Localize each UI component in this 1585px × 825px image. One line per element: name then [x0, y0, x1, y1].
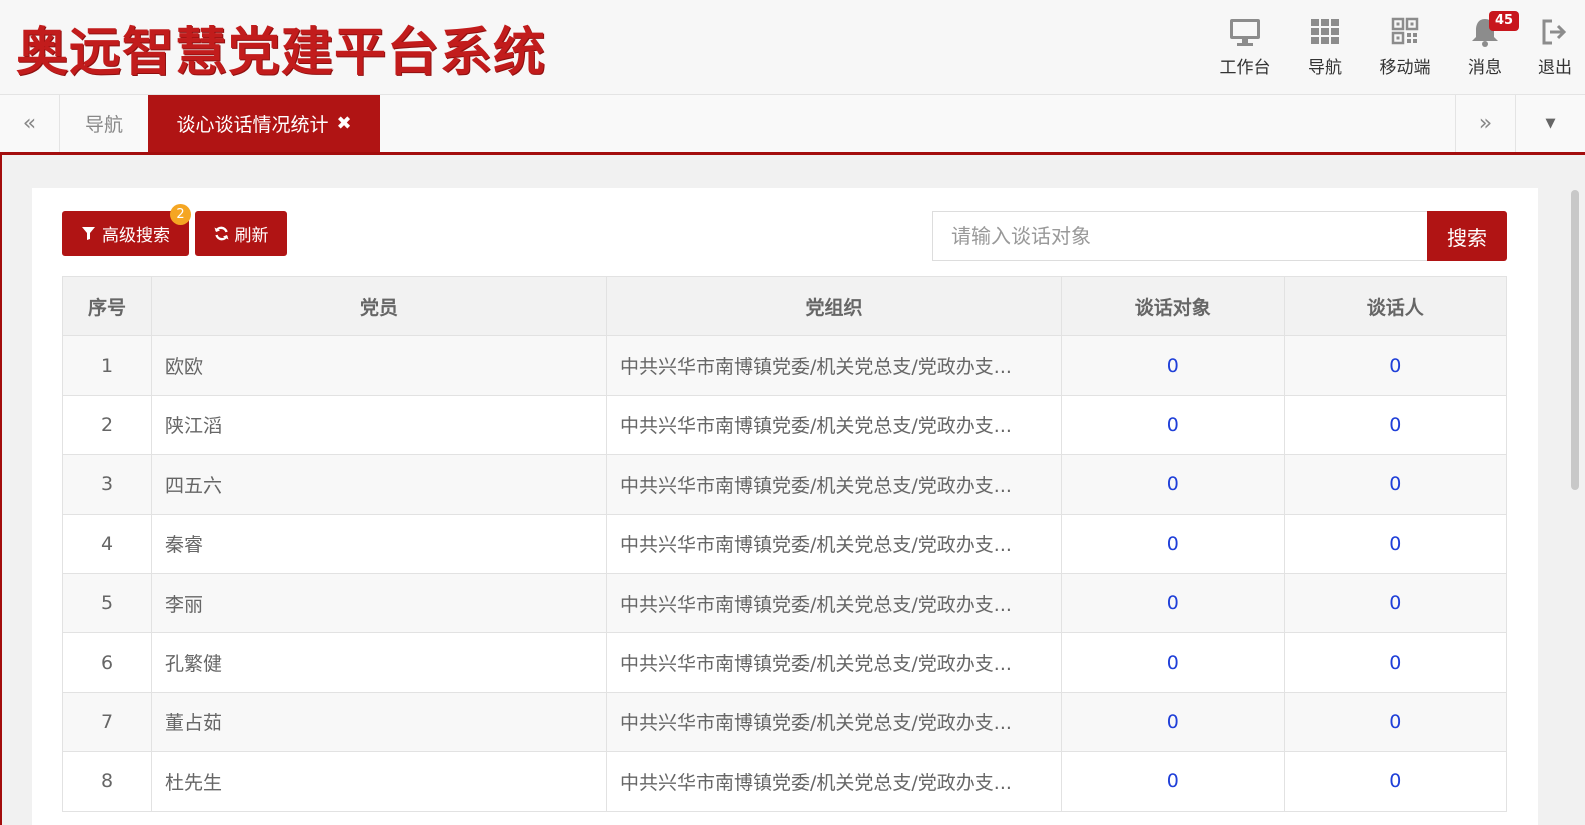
nav-mobile-label: 移动端 [1379, 58, 1431, 78]
nav-logout[interactable]: 退出 [1525, 0, 1585, 95]
row-talk-target-count[interactable]: 0 [1061, 335, 1285, 396]
row-index: 3 [62, 454, 152, 515]
row-talk-speaker-count[interactable]: 0 [1283, 751, 1507, 812]
nav-logout-label: 退出 [1538, 58, 1572, 78]
row-organization: 中共兴华市南博镇党委/机关党总支/党政办支... [606, 454, 1062, 515]
row-talk-target-count[interactable]: 0 [1061, 632, 1285, 693]
nav-mobile[interactable]: 移动端 [1365, 0, 1445, 95]
col-header-member[interactable]: 党员 [151, 275, 607, 337]
row-talk-speaker-count[interactable]: 0 [1283, 572, 1507, 634]
table-row[interactable]: 6 孔繁健 中共兴华市南博镇党委/机关党总支/党政办支... 0 0 [62, 632, 1507, 693]
table-row[interactable]: 1 欧欧 中共兴华市南博镇党委/机关党总支/党政办支... 0 0 [62, 335, 1507, 396]
row-member: 陕江滔 [151, 394, 607, 456]
row-talk-target-count[interactable]: 0 [1061, 513, 1285, 574]
refresh-label: 刷新 [234, 226, 269, 246]
row-organization: 中共兴华市南博镇党委/机关党总支/党政办支... [606, 335, 1062, 396]
row-organization: 中共兴华市南博镇党委/机关党总支/党政办支... [606, 513, 1062, 574]
tab-scroll-left-button[interactable]: « [0, 95, 60, 152]
scrollbar-thumb[interactable] [1571, 190, 1579, 490]
close-icon[interactable]: ✖ [336, 113, 351, 134]
row-organization: 中共兴华市南博镇党委/机关党总支/党政办支... [606, 572, 1062, 634]
tab-talk-statistics[interactable]: 谈心谈话情况统计 ✖ [148, 95, 380, 152]
row-talk-speaker-count[interactable]: 0 [1283, 691, 1507, 753]
table-row[interactable]: 5 李丽 中共兴华市南博镇党委/机关党总支/党政办支... 0 0 [62, 572, 1507, 634]
row-index: 8 [62, 751, 152, 812]
grid-icon [1311, 19, 1339, 44]
col-header-organization[interactable]: 党组织 [606, 275, 1062, 337]
tab-bar: « 导航 谈心谈话情况统计 ✖ » ▼ [0, 95, 1585, 155]
row-talk-target-count[interactable]: 0 [1061, 454, 1285, 515]
nav-navigation-label: 导航 [1308, 58, 1342, 78]
row-talk-target-count[interactable]: 0 [1061, 572, 1285, 634]
app-title: 奥远智慧党建平台系统 [16, 23, 547, 83]
row-organization: 中共兴华市南博镇党委/机关党总支/党政办支... [606, 691, 1062, 753]
app-header: 奥远智慧党建平台系统 工作台 导航 移动端 45 消息 退出 [0, 0, 1585, 95]
tab-scroll-right-button[interactable]: » [1455, 95, 1515, 152]
row-member: 孔繁健 [151, 632, 607, 693]
row-organization: 中共兴华市南博镇党委/机关党总支/党政办支... [606, 751, 1062, 812]
monitor-icon [1230, 19, 1260, 46]
table-row[interactable]: 3 四五六 中共兴华市南博镇党委/机关党总支/党政办支... 0 0 [62, 454, 1507, 515]
top-nav: 工作台 导航 移动端 45 消息 退出 [1205, 0, 1585, 95]
row-member: 杜先生 [151, 751, 607, 812]
advanced-search-badge: 2 [170, 204, 191, 225]
col-header-talk-speaker[interactable]: 谈话人 [1283, 275, 1507, 337]
page-scrollbar[interactable] [1568, 155, 1585, 825]
tab-menu-dropdown[interactable]: ▼ [1515, 95, 1585, 152]
row-talk-speaker-count[interactable]: 0 [1283, 454, 1507, 515]
refresh-button[interactable]: 刷新 [195, 211, 287, 256]
messages-badge: 45 [1489, 11, 1520, 31]
row-talk-speaker-count[interactable]: 0 [1283, 394, 1507, 456]
row-talk-target-count[interactable]: 0 [1061, 691, 1285, 753]
row-organization: 中共兴华市南博镇党委/机关党总支/党政办支... [606, 632, 1062, 693]
tab-navigation[interactable]: 导航 [60, 95, 148, 152]
search-input[interactable] [932, 211, 1427, 261]
qrcode-icon [1391, 17, 1419, 45]
row-index: 6 [62, 632, 152, 693]
row-member: 李丽 [151, 572, 607, 634]
row-talk-speaker-count[interactable]: 0 [1283, 513, 1507, 574]
row-index: 2 [62, 394, 152, 456]
talk-statistics-table: 序号 党员 党组织 谈话对象 谈话人 1 欧欧 中共兴华市南博镇党委/机关党总支… [62, 275, 1507, 812]
row-organization: 中共兴华市南博镇党委/机关党总支/党政办支... [606, 394, 1062, 456]
row-member: 四五六 [151, 454, 607, 515]
content-panel: 高级搜索 2 刷新 搜索 序号 党员 党组织 谈话对象 谈话人 [32, 188, 1538, 825]
search-button[interactable]: 搜索 [1427, 211, 1507, 261]
table-row[interactable]: 8 杜先生 中共兴华市南博镇党委/机关党总支/党政办支... 0 0 [62, 751, 1507, 812]
logout-icon [1542, 19, 1567, 45]
col-header-talk-target[interactable]: 谈话对象 [1061, 275, 1285, 337]
refresh-icon [214, 226, 228, 241]
row-talk-target-count[interactable]: 0 [1061, 394, 1285, 456]
nav-workbench[interactable]: 工作台 [1205, 0, 1285, 95]
table-header-row: 序号 党员 党组织 谈话对象 谈话人 [62, 275, 1507, 337]
nav-workbench-label: 工作台 [1219, 58, 1271, 78]
row-index: 5 [62, 572, 152, 634]
row-talk-target-count[interactable]: 0 [1061, 751, 1285, 812]
nav-navigation[interactable]: 导航 [1285, 0, 1365, 95]
nav-messages[interactable]: 45 消息 [1445, 0, 1525, 95]
row-member: 董占茹 [151, 691, 607, 753]
filter-icon [82, 227, 95, 240]
table-row[interactable]: 7 董占茹 中共兴华市南博镇党委/机关党总支/党政办支... 0 0 [62, 691, 1507, 753]
content-frame: 高级搜索 2 刷新 搜索 序号 党员 党组织 谈话对象 谈话人 [0, 155, 1568, 825]
tab-talk-statistics-label: 谈心谈话情况统计 [176, 114, 329, 136]
row-member: 欧欧 [151, 335, 607, 396]
row-index: 1 [62, 335, 152, 396]
table-row[interactable]: 2 陕江滔 中共兴华市南博镇党委/机关党总支/党政办支... 0 0 [62, 394, 1507, 456]
col-header-index[interactable]: 序号 [62, 275, 152, 337]
advanced-search-label: 高级搜索 [102, 226, 170, 246]
row-index: 7 [62, 691, 152, 753]
row-talk-speaker-count[interactable]: 0 [1283, 335, 1507, 396]
row-talk-speaker-count[interactable]: 0 [1283, 632, 1507, 693]
row-member: 秦睿 [151, 513, 607, 574]
nav-messages-label: 消息 [1468, 58, 1502, 78]
table-row[interactable]: 4 秦睿 中共兴华市南博镇党委/机关党总支/党政办支... 0 0 [62, 513, 1507, 574]
row-index: 4 [62, 513, 152, 574]
